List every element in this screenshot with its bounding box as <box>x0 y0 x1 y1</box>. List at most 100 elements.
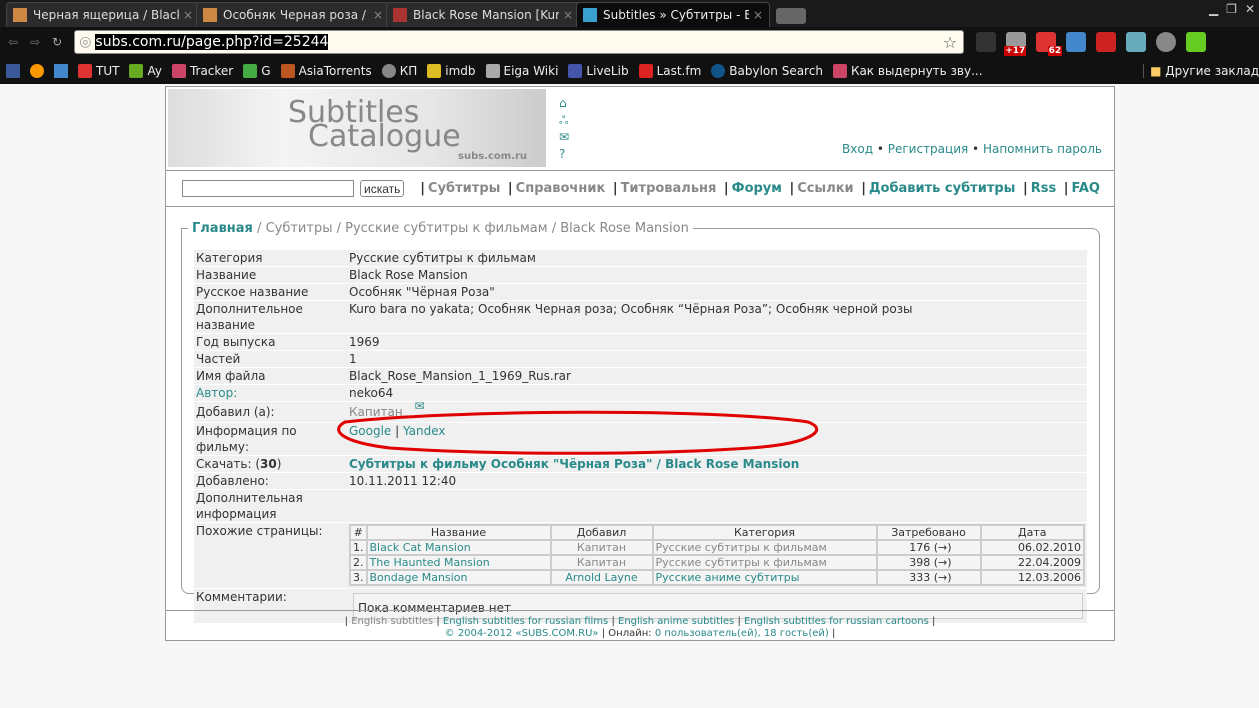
bookmark[interactable]: Как выдернуть зву... <box>832 63 983 78</box>
translate-icon[interactable] <box>1066 32 1087 52</box>
maximize-icon[interactable]: ❐ <box>1226 2 1237 16</box>
footer-link[interactable]: English subtitles <box>351 616 433 627</box>
menu-add-subtitles[interactable]: Добавить субтитры <box>869 181 1015 196</box>
film-reel-icon[interactable] <box>1156 32 1177 52</box>
remind-password-link[interactable]: Напомнить пароль <box>983 142 1102 156</box>
menu-titling[interactable]: Титровальня <box>621 181 717 196</box>
breadcrumb-home[interactable]: Главная <box>192 221 253 236</box>
register-link[interactable]: Регистрация <box>888 142 968 156</box>
bookmark[interactable]: G <box>243 63 271 78</box>
bookmark[interactable]: Tracker <box>171 63 233 78</box>
star-icon[interactable]: ☆ <box>943 33 957 52</box>
breadcrumb-item[interactable]: Субтитры <box>266 221 333 236</box>
close-tab-icon[interactable]: × <box>753 8 763 22</box>
menu-rss[interactable]: Rss <box>1031 181 1057 196</box>
uploader-link[interactable]: Капитан <box>349 405 403 419</box>
address-bar[interactable]: ◎ subs.com.ru/page.php?id=25244 ☆ <box>74 30 965 54</box>
footer-link[interactable]: English subtitles for russian films <box>443 616 608 627</box>
back-icon[interactable]: ⇦ <box>8 35 18 49</box>
bookmark[interactable]: КП <box>381 63 417 78</box>
tab[interactable]: Черная ящерица / Black L × <box>6 2 200 27</box>
close-icon[interactable]: ✕ <box>1245 2 1255 16</box>
facebook-icon[interactable] <box>6 63 20 78</box>
main-menu: | Субтитры | Справочник | Титровальня | Фору… <box>420 181 1100 196</box>
close-tab-icon[interactable]: × <box>183 8 193 22</box>
home-icon[interactable]: ⌂ <box>559 95 569 111</box>
bookmark[interactable]: Eiga Wiki <box>485 63 558 78</box>
menu-reference[interactable]: Справочник <box>516 181 606 196</box>
similar-title-link[interactable]: Bondage Mansion <box>365 569 552 586</box>
bookmark[interactable]: imdb <box>427 63 476 78</box>
extensions: +17 62 <box>976 32 1207 56</box>
yandex-link[interactable]: Yandex <box>403 424 446 438</box>
info-row: Русское название Особняк "Чёрная Роза" <box>194 284 1087 300</box>
minimize-icon[interactable]: ▁ <box>1209 2 1218 16</box>
info-row: Дополнительное название Kuro bara no yaka… <box>194 301 1087 333</box>
login-link[interactable]: Вход <box>842 142 873 156</box>
info-row: Частей 1 <box>194 351 1087 367</box>
forward-icon[interactable]: ⇨ <box>30 35 40 49</box>
mail-icon[interactable]: ✉ <box>559 129 569 145</box>
nav-row: искать | Субтитры | Справочник | Титровальн… <box>166 171 1114 207</box>
search-input[interactable] <box>182 180 354 197</box>
reload-icon[interactable]: ↻ <box>52 35 62 49</box>
breadcrumb-item[interactable]: Русские субтитры к фильмам <box>345 221 547 236</box>
tab-active[interactable]: Subtitles » Субтитры - Bla × <box>576 2 770 27</box>
similar-title-link[interactable]: The Haunted Mansion <box>365 554 552 571</box>
site-logo[interactable]: Subtitles Catalogue subs.com.ru <box>168 89 546 167</box>
tab-strip: Черная ящерица / Black L × Особняк Черная… <box>0 0 1259 27</box>
menu-faq[interactable]: FAQ <box>1071 181 1100 196</box>
footer-link[interactable]: English anime subtitles <box>618 616 734 627</box>
search-button[interactable]: искать <box>360 180 405 197</box>
footer-link[interactable]: English subtitles for russian cartoons <box>744 616 929 627</box>
download-link[interactable]: Субтитры к фильму Особняк "Чёрная Роза" … <box>349 457 799 471</box>
folder-icon: ■ <box>1150 64 1162 78</box>
bookmark[interactable]: AsiaTorrents <box>280 63 372 78</box>
site-page: Subtitles Catalogue subs.com.ru ⌂ ஃ ✉? Вход … <box>165 86 1115 641</box>
bookmark[interactable]: TUT <box>78 63 119 78</box>
browser-chrome: Черная ящерица / Black L × Особняк Черная… <box>0 0 1259 84</box>
bookmark[interactable]: Last.fm <box>638 63 701 78</box>
apps-icon[interactable] <box>976 32 997 52</box>
image-icon[interactable] <box>1126 32 1147 52</box>
gmail-icon[interactable]: 62 <box>1036 32 1063 56</box>
globe-icon: ◎ <box>79 34 92 50</box>
mail-icon[interactable] <box>30 63 44 78</box>
new-tab-button[interactable] <box>776 8 806 24</box>
table-row: 2. The Haunted Mansion Капитан Русские субт… <box>349 554 1085 571</box>
online-link[interactable]: 0 пользователь(ей), 18 гость(ей) <box>655 628 829 639</box>
tab[interactable]: Особняк Черная роза / E × <box>196 2 390 27</box>
info-row: Год выпуска 1969 <box>194 334 1087 350</box>
vk-icon[interactable] <box>54 63 68 78</box>
favicon-icon <box>583 8 597 22</box>
help-icon[interactable]: ? <box>559 146 569 162</box>
close-tab-icon[interactable]: × <box>373 8 383 22</box>
google-link[interactable]: Google <box>349 424 391 438</box>
extension-icon[interactable]: +17 <box>1004 32 1027 56</box>
table-row: 1. Black Cat Mansion Капитан Русские субтит… <box>349 539 1085 556</box>
menu-forum[interactable]: Форум <box>732 181 782 196</box>
download-icon[interactable] <box>1186 32 1207 52</box>
bookmark[interactable]: Ay <box>129 63 162 78</box>
info-row: Добавил (а): Капитан ✉ <box>194 399 1087 422</box>
bookmark-icon <box>427 63 442 78</box>
similar-title-link[interactable]: Black Cat Mansion <box>365 539 552 556</box>
menu-links[interactable]: Ссылки <box>797 181 853 196</box>
site-header: Subtitles Catalogue subs.com.ru ⌂ ஃ ✉? Вход … <box>166 87 1114 171</box>
bookmark-icon <box>243 63 258 78</box>
favicon-icon <box>203 8 217 22</box>
sitemap-icon[interactable]: ஃ <box>559 112 569 128</box>
tab[interactable]: Black Rose Mansion [Kuro × <box>386 2 580 27</box>
info-row: Скачать: (30) Субтитры к фильму Особняк "… <box>194 456 1087 472</box>
other-bookmarks[interactable]: ■ Другие заклад <box>1143 64 1259 78</box>
bookmark-icon <box>485 63 500 78</box>
youtube-icon[interactable] <box>1096 32 1117 52</box>
menu-subtitles[interactable]: Субтитры <box>428 181 500 196</box>
author-label[interactable]: Автор: <box>194 385 347 401</box>
bookmark-icon <box>381 63 396 78</box>
mail-icon[interactable]: ✉ <box>415 399 425 413</box>
bookmark[interactable]: Babylon Search <box>711 63 823 78</box>
bookmark[interactable]: LiveLib <box>568 63 629 78</box>
close-tab-icon[interactable]: × <box>563 8 573 22</box>
bookmark-icon <box>568 63 583 78</box>
